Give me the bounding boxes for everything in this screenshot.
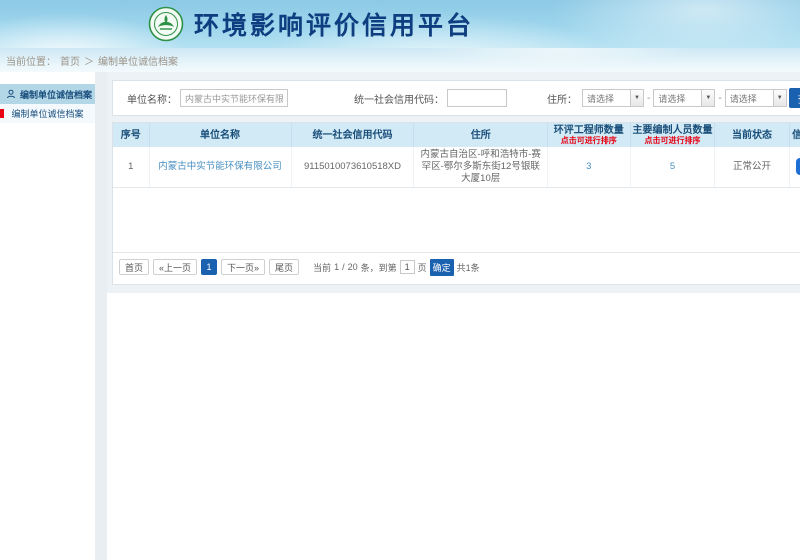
chevron-down-icon[interactable]: ▼	[630, 90, 643, 106]
pager-total-pages: 20	[348, 262, 358, 272]
district-select[interactable]: 请选择 ▼	[725, 89, 787, 107]
sidebar: 编制单位诚信档案 编制单位诚信档案	[0, 72, 95, 560]
content-wrap: 单位名称： 统一社会信用代码： 住所： 请选择 ▼ - 请选择 ▼ -	[107, 72, 800, 293]
pager-current-label: 当前	[313, 261, 331, 274]
col-address: 住所	[414, 123, 548, 147]
breadcrumb: 当前位置： 首页 ＞ 编制单位诚信档案	[0, 48, 800, 72]
col-engineer-count-sort[interactable]: 环评工程师数量 点击可进行排序	[547, 123, 630, 147]
cell-credit-code: 9115010073610518XD	[291, 147, 414, 187]
first-page-button[interactable]: 首页	[119, 259, 149, 275]
name-label: 单位名称：	[127, 91, 177, 106]
pagination: 首页 «上一页 1 下一页» 尾页 当前 1 / 20 条，到第 页	[113, 253, 800, 284]
sidebar-group-archives[interactable]: 编制单位诚信档案	[0, 84, 95, 104]
sort-hint: 点击可进行排序	[631, 137, 715, 146]
company-name-link[interactable]: 内蒙古中实节能环保有限公司	[158, 161, 282, 172]
cell-status: 正常公开	[715, 147, 789, 187]
app-title: 环境影响评价信用平台	[194, 6, 474, 42]
next-page-button[interactable]: 下一页»	[221, 259, 265, 275]
chevron-down-icon[interactable]: ▼	[773, 90, 786, 106]
results-table: 序号 单位名称 统一社会信用代码 住所 环评工程师数量 点击可进行排序 主要编制…	[113, 123, 800, 188]
search-form: 单位名称： 统一社会信用代码： 住所： 请选择 ▼ - 请选择 ▼ -	[112, 80, 800, 116]
credit-code-label: 统一社会信用代码：	[354, 91, 444, 106]
pager-current-page: 1	[334, 262, 339, 272]
col-index: 序号	[113, 123, 149, 147]
pager-goto-label: 条，到第	[361, 261, 397, 274]
query-button[interactable]: 查询	[789, 88, 800, 108]
detail-button[interactable]: 详情	[796, 158, 800, 175]
page-1-button[interactable]: 1	[201, 259, 217, 275]
staff-count-link[interactable]: 5	[670, 161, 675, 172]
table-row: 1 内蒙古中实节能环保有限公司 9115010073610518XD 内蒙古自治…	[113, 147, 800, 187]
last-page-button[interactable]: 尾页	[269, 259, 299, 275]
sidebar-group-label: 编制单位诚信档案	[20, 88, 92, 101]
col-company-name: 单位名称	[149, 123, 291, 147]
credit-code-input[interactable]	[447, 89, 507, 107]
table-header-row: 序号 单位名称 统一社会信用代码 住所 环评工程师数量 点击可进行排序 主要编制…	[113, 123, 800, 147]
pager-info: 当前 1 / 20 条，到第 页 确定 共1条	[313, 259, 480, 276]
sort-hint: 点击可进行排序	[548, 137, 630, 146]
breadcrumb-separator: ＞	[84, 53, 94, 68]
company-name-input[interactable]	[180, 89, 288, 107]
pager-page-unit: 页	[418, 261, 427, 274]
engineer-count-link[interactable]: 3	[586, 161, 591, 172]
active-marker	[0, 109, 4, 118]
col-credit-code: 统一社会信用代码	[291, 123, 414, 147]
cell-address: 内蒙古自治区-呼和浩特市-赛罕区-鄂尔多斯东街12号银联大厦10层	[414, 147, 548, 187]
sidebar-item-label: 编制单位诚信档案	[11, 107, 83, 120]
col-credit-record: 信用记录	[789, 123, 800, 147]
col-staff-count-sort[interactable]: 主要编制人员数量 点击可进行排序	[630, 123, 715, 147]
pager-total-count: 共1条	[457, 261, 480, 274]
person-icon	[6, 89, 16, 99]
province-select[interactable]: 请选择 ▼	[582, 89, 644, 107]
chevron-down-icon[interactable]: ▼	[701, 90, 714, 106]
col-status: 当前状态	[715, 123, 789, 147]
main-content: 单位名称： 统一社会信用代码： 住所： 请选择 ▼ - 请选择 ▼ -	[107, 72, 800, 560]
prev-page-button[interactable]: «上一页	[153, 259, 197, 275]
goto-confirm-button[interactable]: 确定	[430, 259, 454, 276]
goto-page-input[interactable]	[400, 260, 415, 274]
breadcrumb-current: 编制单位诚信档案	[98, 53, 178, 68]
table-empty-space	[113, 188, 800, 252]
results-panel: 序号 单位名称 统一社会信用代码 住所 环评工程师数量 点击可进行排序 主要编制…	[112, 122, 800, 285]
pager-separator: /	[342, 262, 345, 272]
mee-logo-icon	[148, 6, 184, 42]
select-separator: -	[718, 93, 721, 104]
select-separator: -	[647, 93, 650, 104]
city-select[interactable]: 请选择 ▼	[653, 89, 715, 107]
breadcrumb-prefix: 当前位置：	[6, 53, 56, 68]
app-header: 环境影响评价信用平台	[0, 0, 800, 48]
address-label: 住所：	[547, 91, 577, 106]
cell-index: 1	[113, 147, 149, 187]
page: 环境影响评价信用平台 当前位置： 首页 ＞ 编制单位诚信档案 编制单位诚信档案 …	[0, 0, 800, 560]
sidebar-gutter	[95, 72, 107, 560]
breadcrumb-home-link[interactable]: 首页	[60, 53, 80, 68]
sidebar-item-archives[interactable]: 编制单位诚信档案	[0, 104, 95, 123]
